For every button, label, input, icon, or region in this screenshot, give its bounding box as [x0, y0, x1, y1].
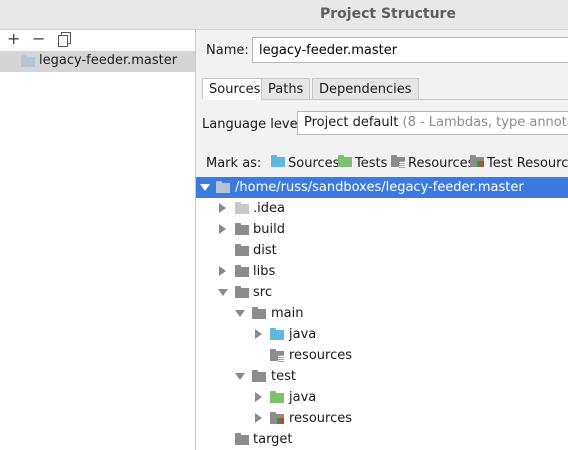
tab-sources[interactable]: Sources	[202, 78, 268, 100]
name-row: Name:	[196, 30, 568, 72]
module-label: legacy-feeder.master	[39, 53, 178, 68]
tree-item-root[interactable]: /home/russ/sandboxes/legacy-feeder.maste…	[196, 177, 568, 198]
collapse-arrow-icon[interactable]	[218, 289, 228, 296]
language-level-row: Language level: Project default (8 - Lam…	[196, 108, 568, 138]
sources-folder-icon	[270, 328, 284, 340]
folder-icon	[252, 307, 266, 319]
tree-item-label: dist	[253, 243, 277, 258]
tests-folder-icon	[270, 391, 284, 403]
title-bar: Project Structure	[0, 0, 568, 30]
tree-item-label: resources	[289, 348, 353, 363]
expand-arrow-icon[interactable]	[219, 203, 226, 213]
collapse-arrow-icon[interactable]	[200, 184, 210, 191]
copy-icon[interactable]	[58, 32, 71, 47]
tree-item-main-java[interactable]: java	[196, 324, 568, 345]
resources-folder-icon	[270, 349, 284, 362]
mark-sources-label: Sources	[288, 156, 340, 171]
tree-item-label: main	[271, 306, 304, 321]
test-resources-folder-icon	[470, 155, 484, 167]
tree-item-dist[interactable]: dist	[196, 240, 568, 261]
tree-item-test[interactable]: test	[196, 366, 568, 387]
name-field[interactable]	[252, 37, 568, 63]
tree-item-idea[interactable]: .idea	[196, 198, 568, 219]
expand-arrow-icon[interactable]	[255, 392, 262, 402]
tree-item-label: java	[289, 390, 317, 405]
content-root-tree: /home/russ/sandboxes/legacy-feeder.maste…	[196, 177, 568, 450]
tree-item-target[interactable]: target	[196, 429, 568, 450]
tree-item-test-java[interactable]: java	[196, 387, 568, 408]
collapse-arrow-icon[interactable]	[235, 373, 245, 380]
tree-item-label: .idea	[253, 201, 285, 216]
folder-icon	[235, 202, 249, 214]
collapse-arrow-icon[interactable]	[235, 310, 245, 317]
mark-as-row: Mark as: Sources Tests Resources Test Re…	[196, 153, 568, 173]
tree-item-build[interactable]: build	[196, 219, 568, 240]
mark-tests-label: Tests	[355, 156, 388, 171]
tree-item-main-resources[interactable]: resources	[196, 345, 568, 366]
tree-item-label: libs	[253, 264, 276, 279]
add-icon[interactable]: +	[7, 29, 20, 48]
tests-folder-icon	[338, 155, 352, 167]
tree-item-label: /home/russ/sandboxes/legacy-feeder.maste…	[235, 180, 524, 195]
module-sidebar: + − legacy-feeder.master	[0, 29, 196, 450]
tree-item-label: src	[253, 285, 272, 300]
tab-dependencies[interactable]: Dependencies	[312, 78, 419, 100]
sidebar-toolbar: + −	[0, 29, 195, 50]
folder-icon	[235, 244, 249, 256]
expand-arrow-icon[interactable]	[219, 224, 226, 234]
module-item[interactable]: legacy-feeder.master	[0, 51, 195, 72]
tree-item-main[interactable]: main	[196, 303, 568, 324]
resources-folder-icon	[391, 155, 405, 168]
module-folder-icon	[21, 55, 35, 67]
remove-icon[interactable]: −	[32, 29, 45, 48]
tree-item-test-resources[interactable]: resources	[196, 408, 568, 429]
folder-icon	[235, 223, 249, 235]
sources-folder-icon	[271, 155, 285, 167]
tree-item-label: java	[289, 327, 317, 342]
tree-item-libs[interactable]: libs	[196, 261, 568, 282]
tree-item-label: build	[253, 222, 285, 237]
folder-icon	[235, 265, 249, 277]
language-level-label: Language level:	[202, 117, 306, 132]
test-resources-folder-icon	[270, 412, 284, 424]
expand-arrow-icon[interactable]	[255, 413, 262, 423]
tab-bar: Sources Paths Dependencies	[202, 78, 568, 100]
mark-resources-label: Resources	[408, 156, 475, 171]
folder-icon	[216, 181, 230, 193]
window-title: Project Structure	[320, 6, 456, 22]
folder-icon	[235, 433, 249, 445]
language-level-select[interactable]: Project default (8 - Lambdas, type annot…	[297, 111, 568, 135]
name-label: Name:	[206, 43, 249, 58]
folder-icon	[252, 370, 266, 382]
language-level-value: Project default	[304, 115, 399, 130]
tree-item-label: test	[271, 369, 296, 384]
expand-arrow-icon[interactable]	[219, 266, 226, 276]
folder-icon	[235, 286, 249, 298]
tree-item-label: target	[253, 432, 293, 447]
tree-item-src[interactable]: src	[196, 282, 568, 303]
tree-item-label: resources	[289, 411, 353, 426]
mark-test-resources-label: Test Resources	[487, 156, 568, 171]
tab-paths[interactable]: Paths	[261, 78, 311, 100]
language-level-hint: (8 - Lambdas, type annotations e	[402, 115, 568, 130]
expand-arrow-icon[interactable]	[255, 329, 262, 339]
mark-as-label: Mark as:	[206, 156, 262, 171]
module-settings-panel: Name: Sources Paths Dependencies Languag…	[196, 30, 568, 450]
